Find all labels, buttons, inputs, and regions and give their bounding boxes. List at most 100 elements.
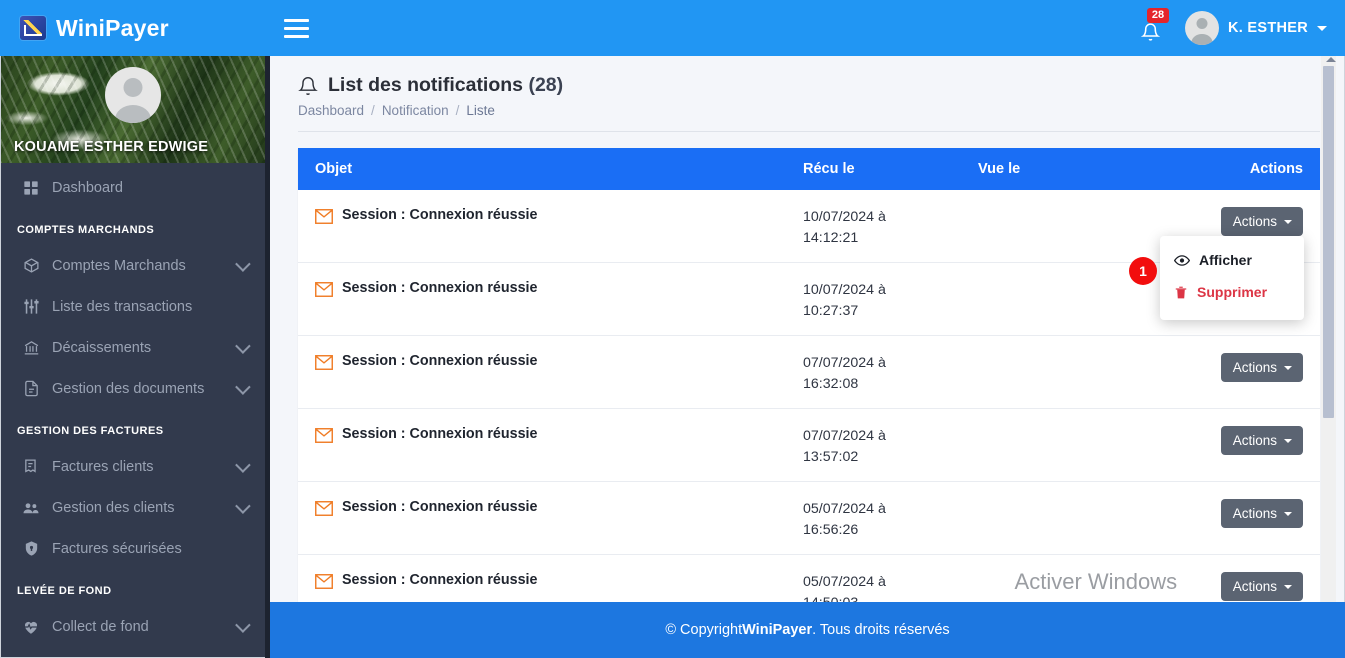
sidebar-item-label: Factures sécurisées [52,540,182,557]
dropdown-item-supprimer[interactable]: Supprimer [1160,276,1304,308]
table-row: Session : Connexion réussie 05/07/2024 à… [298,482,1320,555]
hamburger-bar-2 [283,26,309,30]
breadcrumb-liste: Liste [466,103,495,118]
sidebar-item-decaissements[interactable]: Décaissements [0,327,265,368]
brand-name: WiniPayer [56,14,169,41]
hamburger-icon[interactable] [276,8,316,48]
page-title: List des notifications (28) [328,74,563,97]
actions-button[interactable]: Actions [1220,572,1303,601]
column-header-recu-le: Récu le [803,161,855,177]
page-header: List des notifications (28) [298,74,1320,97]
sidebar-section-comptes-marchands: COMPTES MARCHANDS [17,224,155,236]
chevron-down-icon [1284,438,1292,443]
actions-dropdown-menu: 1 Afficher Supprimer [1129,236,1304,320]
cell-recu-le: 10/07/2024 à 14:12:21 [803,207,978,249]
actions-button-label: Actions [1232,433,1277,448]
chevron-down-icon [1284,511,1292,516]
actions-button-label: Actions [1232,506,1277,521]
actions-button[interactable]: Actions [1220,499,1303,528]
application-window: WiniPayer 28 K. ESTHER KOUAME ESTHER EDW… [0,0,1345,658]
sidebar-section-gestion-des-factures: GESTION DES FACTURES [17,425,164,437]
recu-date: 07/07/2024 à [803,355,886,371]
bell-icon [1140,23,1160,41]
sidebar-item-collect-de-fond[interactable]: Collect de fond [0,606,265,647]
brand-logo-area[interactable]: WiniPayer [0,0,270,56]
sidebar-item-comptes-marchands[interactable]: Comptes Marchands [0,245,265,286]
main-content: List des notifications (28) Dashboard / … [270,56,1345,658]
grid-icon [20,178,42,198]
sidebar-item-label: Décaissements [52,339,152,356]
top-navbar: WiniPayer 28 K. ESTHER [0,0,1345,56]
footer-brand: WiniPayer [742,622,813,638]
table-header-row: Objet Récu le Vue le Actions [298,148,1320,190]
actions-button[interactable]: Actions [1220,207,1303,236]
table-row: Session : Connexion réussie 07/07/2024 à… [298,409,1320,482]
profile-avatar[interactable] [104,67,161,123]
objet-text: Session : Connexion réussie [342,353,538,369]
footer: © Copyright WiniPayer. Tous droits réser… [270,602,1345,658]
sidebar-item-factures-securisees[interactable]: Factures sécurisées [0,528,265,569]
chevron-down-icon [235,379,251,395]
bell-icon [298,76,318,95]
notifications-table: Objet Récu le Vue le Actions Session : C… [298,148,1320,628]
sidebar-edge-divider [265,56,270,658]
mail-icon [315,574,333,589]
sidebar-item-label: Comptes Marchands [52,257,186,274]
chevron-down-icon [235,338,251,354]
sidebar-item-label: Gestion des clients [52,499,175,516]
chevron-down-icon [1317,25,1327,31]
cell-objet: Session : Connexion réussie [298,572,803,589]
cell-objet: Session : Connexion réussie [298,353,803,370]
recu-date: 05/07/2024 à [803,574,886,590]
actions-button[interactable]: Actions [1220,353,1303,382]
breadcrumb-dashboard[interactable]: Dashboard [298,103,364,118]
sidebar-item-gestion-des-clients[interactable]: Gestion des clients [0,487,265,528]
mail-icon [315,209,333,224]
cell-recu-le: 07/07/2024 à 13:57:02 [803,426,978,468]
invoice-icon [20,457,42,477]
cell-objet: Session : Connexion réussie [298,426,803,443]
trash-icon [1175,286,1187,298]
chevron-down-icon [235,457,251,473]
sliders-icon [20,297,42,317]
recu-date: 07/07/2024 à [803,428,886,444]
notifications-button[interactable]: 28 [1135,8,1169,48]
sidebar-section-levee-de-fond: LEVÉE DE FOND [17,585,112,597]
dropdown-item-afficher[interactable]: Afficher [1160,244,1304,276]
step-marker-badge: 1 [1129,257,1157,285]
sidebar-item-gestion-des-documents[interactable]: Gestion des documents [0,368,265,409]
dropdown-item-label: Supprimer [1197,284,1268,300]
heart-pulse-icon [20,617,42,637]
recu-time: 13:57:02 [803,449,859,465]
cell-actions: Actions [1170,572,1320,601]
bank-icon [20,338,42,358]
recu-date: 05/07/2024 à [803,501,886,517]
sidebar-item-liste-des-transactions[interactable]: Liste des transactions [0,286,265,327]
actions-button[interactable]: Actions [1220,426,1303,455]
sidebar: KOUAME ESTHER EDWIGE Dashboard COMPTES M… [0,56,265,658]
sidebar-nav: Dashboard COMPTES MARCHANDS Comptes Marc… [0,163,265,647]
table-row: Session : Connexion réussie 07/07/2024 à… [298,336,1320,409]
recu-date: 10/07/2024 à [803,282,886,298]
actions-button-label: Actions [1232,214,1277,229]
sidebar-item-label: Collect de fond [52,618,149,635]
sidebar-item-factures-clients[interactable]: Factures clients [0,446,265,487]
user-menu[interactable]: K. ESTHER [1184,11,1327,45]
cell-actions: Actions [1170,499,1320,528]
cell-recu-le: 10/07/2024 à 10:27:37 [803,280,978,322]
sidebar-scrollbar[interactable] [1321,56,1336,658]
chevron-down-icon [235,617,251,633]
chevron-down-icon [1284,584,1292,589]
column-header-actions: Actions [1249,161,1303,177]
mail-icon [315,501,333,516]
document-icon [20,379,42,399]
sidebar-scrollbar-thumb[interactable] [1323,66,1334,418]
hamburger-bar-1 [283,18,309,22]
scroll-up-arrow-icon[interactable] [1326,57,1336,62]
breadcrumb-notification[interactable]: Notification [382,103,449,118]
recu-time: 10:27:37 [803,303,859,319]
page-title-count: (28) [528,74,564,96]
objet-text: Session : Connexion réussie [342,426,538,442]
sidebar-item-dashboard[interactable]: Dashboard [0,167,265,208]
recu-date: 10/07/2024 à [803,209,886,225]
